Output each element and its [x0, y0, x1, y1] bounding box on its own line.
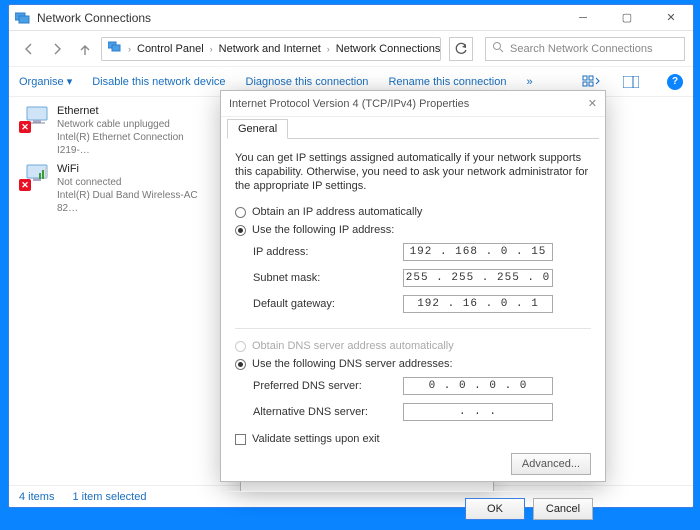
advanced-button[interactable]: Advanced...: [511, 453, 591, 475]
alternative-dns-label: Alternative DNS server:: [253, 406, 403, 418]
details-pane-button[interactable]: [621, 72, 641, 92]
path-segment[interactable]: Control Panel: [137, 43, 204, 55]
up-button[interactable]: [73, 37, 97, 61]
dialog-title: Internet Protocol Version 4 (TCP/IPv4) P…: [229, 98, 469, 110]
radio-label: Use the following DNS server addresses:: [252, 358, 453, 370]
ip-address-input[interactable]: 192 . 168 . 0 . 15: [403, 243, 553, 261]
window-title: Network Connections: [37, 11, 561, 25]
radio-auto-dns: Obtain DNS server address automatically: [235, 340, 591, 352]
radio-static-ip[interactable]: Use the following IP address:: [235, 224, 591, 236]
search-input[interactable]: Search Network Connections: [485, 37, 685, 61]
checkbox-icon: [235, 434, 246, 445]
dialog-tabs: General: [227, 119, 599, 139]
overflow-menu[interactable]: »: [526, 76, 532, 88]
address-bar[interactable]: › Control Panel › Network and Internet ›…: [101, 37, 441, 61]
disable-device-cmd[interactable]: Disable this network device: [92, 76, 225, 88]
dialog-body: You can get IP settings assigned automat…: [221, 139, 605, 491]
alternative-dns-input[interactable]: . . .: [403, 403, 553, 421]
error-icon: ✕: [19, 121, 31, 133]
radio-icon: [235, 207, 246, 218]
connection-status: Not connected: [57, 176, 201, 189]
ethernet-icon: ✕: [21, 105, 51, 131]
chevron-right-icon: ›: [206, 44, 217, 54]
chevron-right-icon: ›: [323, 44, 334, 54]
organise-menu[interactable]: Organise ▾: [19, 75, 72, 88]
radio-icon: [235, 341, 246, 352]
connection-device: Intel(R) Dual Band Wireless-AC 82…: [57, 189, 201, 215]
back-button[interactable]: [17, 37, 41, 61]
chevron-right-icon: ›: [124, 44, 135, 54]
window-controls: ─ ▢ ✕: [561, 5, 693, 31]
subnet-mask-input[interactable]: 255 . 255 . 255 . 0: [403, 269, 553, 287]
search-placeholder: Search Network Connections: [510, 43, 652, 55]
default-gateway-input[interactable]: 192 . 16 . 0 . 1: [403, 295, 553, 313]
view-options-button[interactable]: [581, 72, 601, 92]
close-icon[interactable]: ✕: [588, 97, 597, 110]
connection-item-ethernet[interactable]: ✕ Ethernet Network cable unplugged Intel…: [21, 105, 201, 157]
preferred-dns-input[interactable]: 0 . 0 . 0 . 0: [403, 377, 553, 395]
refresh-button[interactable]: [449, 37, 473, 61]
dialog-buttons: OK Cancel: [221, 491, 605, 530]
radio-static-dns[interactable]: Use the following DNS server addresses:: [235, 358, 591, 370]
default-gateway-label: Default gateway:: [253, 298, 403, 310]
ncpa-icon: [108, 41, 122, 56]
minimize-button[interactable]: ─: [561, 5, 605, 31]
dialog-titlebar: Internet Protocol Version 4 (TCP/IPv4) P…: [221, 91, 605, 117]
error-icon: ✕: [19, 179, 31, 191]
diagnose-cmd[interactable]: Diagnose this connection: [246, 76, 369, 88]
preferred-dns-label: Preferred DNS server:: [253, 380, 403, 392]
radio-icon: [235, 359, 246, 370]
path-segment[interactable]: Network and Internet: [219, 43, 321, 55]
maximize-button[interactable]: ▢: [605, 5, 649, 31]
search-icon: [492, 41, 504, 56]
validate-checkbox[interactable]: Validate settings upon exit: [235, 433, 591, 445]
nav-bar: › Control Panel › Network and Internet ›…: [9, 31, 693, 67]
rename-cmd[interactable]: Rename this connection: [388, 76, 506, 88]
ipv4-properties-dialog: Internet Protocol Version 4 (TCP/IPv4) P…: [220, 90, 606, 482]
ip-address-label: IP address:: [253, 246, 403, 258]
tab-general[interactable]: General: [227, 119, 288, 139]
wifi-icon: ✕: [21, 163, 51, 189]
explain-text: You can get IP settings assigned automat…: [235, 151, 591, 193]
radio-label: Use the following IP address:: [252, 224, 394, 236]
connection-item-wifi[interactable]: ✕ WiFi Not connected Intel(R) Dual Band …: [21, 163, 201, 215]
connection-device: Intel(R) Ethernet Connection I219-…: [57, 131, 201, 157]
ncpa-icon: [15, 11, 31, 25]
connection-name: Ethernet: [57, 105, 201, 118]
subnet-mask-label: Subnet mask:: [253, 272, 403, 284]
checkbox-label: Validate settings upon exit: [252, 433, 380, 445]
ok-button[interactable]: OK: [465, 498, 525, 520]
radio-label: Obtain an IP address automatically: [252, 206, 422, 218]
forward-button[interactable]: [45, 37, 69, 61]
radio-auto-ip[interactable]: Obtain an IP address automatically: [235, 206, 591, 218]
titlebar: Network Connections ─ ▢ ✕: [9, 5, 693, 31]
cancel-button[interactable]: Cancel: [533, 498, 593, 520]
help-button[interactable]: ?: [667, 74, 683, 90]
item-count: 4 items: [19, 491, 54, 503]
connection-status: Network cable unplugged: [57, 118, 201, 131]
connection-name: WiFi: [57, 163, 201, 176]
radio-label: Obtain DNS server address automatically: [252, 340, 454, 352]
selected-count: 1 item selected: [72, 491, 146, 503]
close-button[interactable]: ✕: [649, 5, 693, 31]
radio-icon: [235, 225, 246, 236]
path-segment[interactable]: Network Connections: [336, 43, 441, 55]
